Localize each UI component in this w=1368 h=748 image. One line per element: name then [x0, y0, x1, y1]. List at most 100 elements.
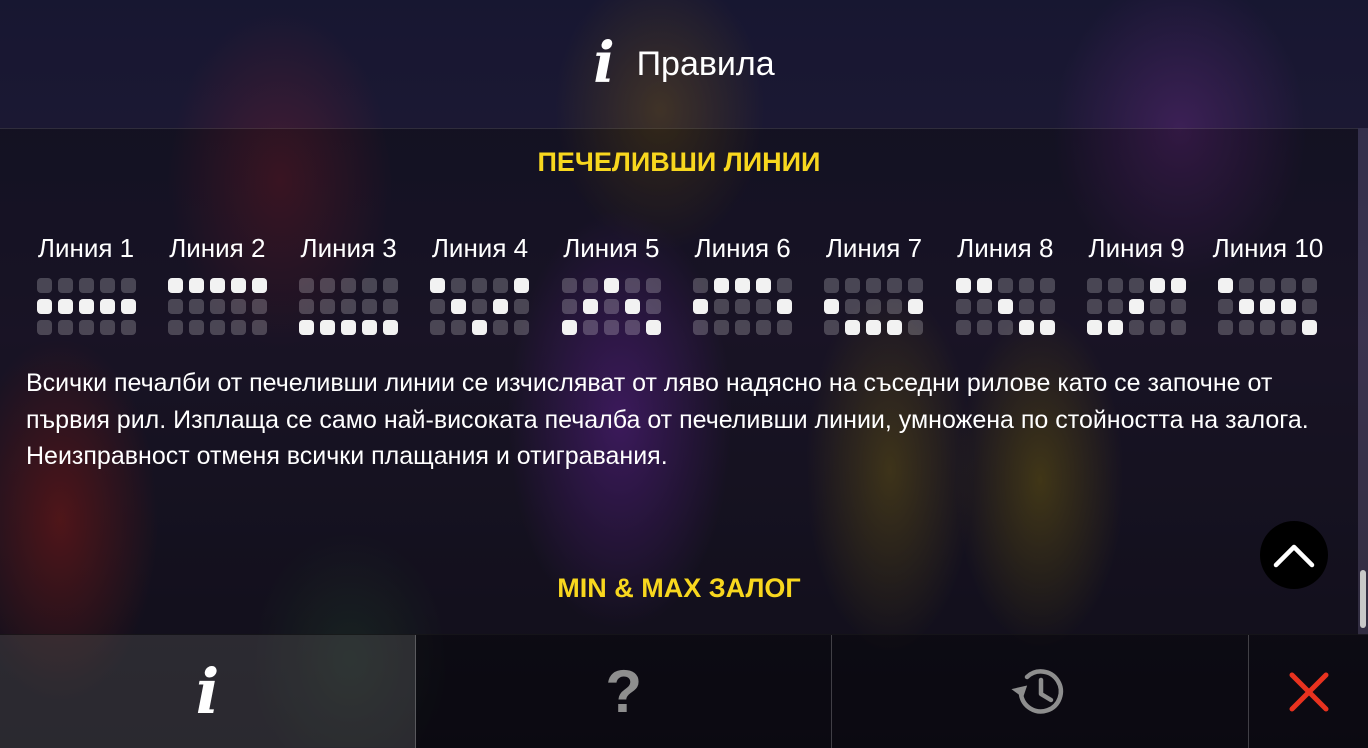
winline-label: Линия 10 — [1212, 233, 1324, 263]
winline-dot — [976, 320, 992, 335]
winline-dot — [1260, 278, 1276, 293]
winline-dot — [341, 320, 357, 335]
winline-dot — [866, 320, 882, 335]
winline-dot — [493, 299, 509, 314]
winline-dot — [1239, 299, 1255, 314]
winline-card: Линия 5 — [549, 233, 673, 335]
winline-dot — [514, 278, 530, 293]
tab-info[interactable]: i — [0, 635, 417, 748]
winline-dot — [251, 320, 267, 335]
winline-dot — [1129, 320, 1145, 335]
winline-dot — [451, 299, 467, 314]
rules-text: Всички печалби от печеливши линии се изч… — [26, 365, 1336, 475]
winline-dot — [472, 299, 488, 314]
winline-label: Линия 9 — [1088, 233, 1185, 263]
winlines-grid: Линия 1 Линия 2 Линия 3 Линия 4 Линия 5 Линия… — [24, 233, 1330, 335]
winline-label: Линия 2 — [169, 233, 266, 263]
winline-dot — [299, 299, 315, 314]
page-title: Правила — [636, 44, 775, 83]
winline-pattern — [36, 278, 136, 335]
winline-dot — [997, 278, 1013, 293]
winline-dot — [735, 299, 751, 314]
winline-dot — [341, 278, 357, 293]
winline-dot — [251, 299, 267, 314]
winlines-title: ПЕЧЕЛИВШИ ЛИНИИ — [537, 147, 821, 177]
winline-dot — [756, 320, 772, 335]
winline-dot — [1171, 320, 1187, 335]
winline-label: Линия 8 — [957, 233, 1054, 263]
winline-dot — [887, 299, 903, 314]
winline-dot — [514, 299, 530, 314]
winline-dot — [887, 278, 903, 293]
scrollbar-thumb[interactable] — [1360, 570, 1366, 628]
winline-dot — [997, 320, 1013, 335]
winline-dot — [561, 320, 577, 335]
tab-help[interactable]: ? — [416, 635, 833, 748]
winline-dot — [824, 299, 840, 314]
winline-dot — [230, 278, 246, 293]
winline-dot — [493, 278, 509, 293]
winline-dot — [1039, 299, 1055, 314]
bets-title: MIN & MAX ЗАЛОГ — [557, 573, 801, 603]
winline-dot — [1218, 278, 1234, 293]
winline-dot — [645, 278, 661, 293]
winline-pattern — [824, 278, 924, 335]
winline-dot — [1087, 299, 1103, 314]
winline-dot — [1018, 278, 1034, 293]
winline-dot — [1108, 299, 1124, 314]
winline-pattern — [430, 278, 530, 335]
winline-dot — [824, 278, 840, 293]
rules-paragraph: Всички печалби от печеливши линии се изч… — [26, 369, 1309, 434]
winline-dot — [955, 299, 971, 314]
winline-dot — [230, 320, 246, 335]
winline-dot — [383, 299, 399, 314]
info-icon: i — [593, 30, 615, 96]
winline-pattern — [299, 278, 399, 335]
winline-label: Линия 3 — [300, 233, 397, 263]
winline-dot — [582, 278, 598, 293]
winline-dot — [120, 299, 136, 314]
history-icon — [1011, 668, 1064, 714]
winline-dot — [36, 278, 52, 293]
winline-dot — [908, 299, 924, 314]
winline-dot — [188, 299, 204, 314]
scrollbar[interactable] — [1358, 128, 1368, 634]
winline-dot — [714, 299, 730, 314]
winline-dot — [624, 320, 640, 335]
winline-dot — [824, 320, 840, 335]
winline-dot — [1239, 278, 1255, 293]
winline-dot — [78, 278, 94, 293]
rules-content[interactable]: ПЕЧЕЛИВШИ ЛИНИИ Линия 1 Линия 2 Линия 3 Лин… — [0, 128, 1358, 635]
scroll-up-button[interactable] — [1260, 521, 1328, 589]
winline-dot — [99, 299, 115, 314]
winline-dot — [430, 320, 446, 335]
winline-dot — [362, 278, 378, 293]
winline-dot — [777, 278, 793, 293]
winline-dot — [1108, 320, 1124, 335]
tab-close[interactable] — [1249, 635, 1368, 748]
info-icon: i — [195, 654, 220, 728]
tab-history[interactable] — [832, 635, 1250, 748]
winline-dot — [756, 278, 772, 293]
winline-dot — [1218, 299, 1234, 314]
winline-dot — [383, 320, 399, 335]
winline-dot — [1150, 278, 1166, 293]
winline-label: Линия 5 — [563, 233, 660, 263]
winline-dot — [561, 278, 577, 293]
winline-dot — [603, 320, 619, 335]
winline-dot — [845, 278, 861, 293]
winline-dot — [341, 299, 357, 314]
winline-dot — [561, 299, 577, 314]
winline-dot — [320, 299, 336, 314]
winline-dot — [756, 299, 772, 314]
winline-dot — [320, 278, 336, 293]
winline-dot — [320, 320, 336, 335]
winline-dot — [188, 278, 204, 293]
help-icon: ? — [605, 658, 642, 725]
winline-dot — [735, 320, 751, 335]
winline-dot — [777, 320, 793, 335]
winline-dot — [1039, 320, 1055, 335]
winline-pattern — [167, 278, 267, 335]
winline-dot — [36, 299, 52, 314]
winline-pattern — [693, 278, 793, 335]
